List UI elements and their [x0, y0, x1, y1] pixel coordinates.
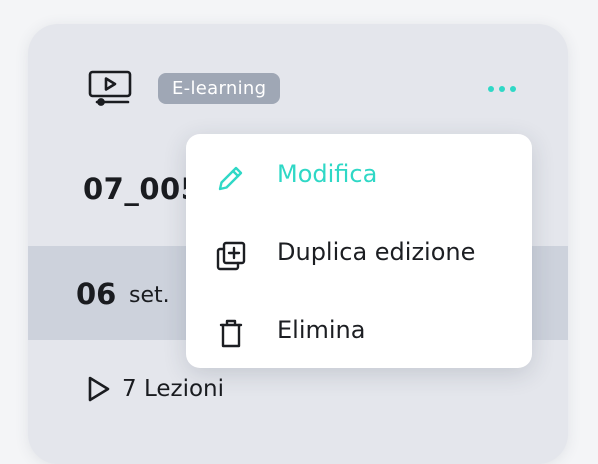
lessons-count: 7 Lezioni [86, 375, 224, 403]
course-code: 07_005 [83, 172, 202, 206]
trash-icon [214, 317, 248, 351]
more-dot [488, 86, 494, 92]
menu-item-duplicate[interactable]: Duplica edizione [186, 218, 532, 288]
more-dot [510, 86, 516, 92]
menu-item-label: Modifica [277, 160, 378, 188]
duplicate-icon [214, 239, 248, 273]
menu-item-label: Duplica edizione [277, 238, 476, 266]
date-month: set. [129, 283, 170, 308]
more-options-button[interactable] [480, 76, 524, 102]
play-icon [88, 376, 110, 402]
menu-item-edit[interactable]: Modifica [186, 140, 532, 210]
category-badge: E-learning [158, 73, 281, 104]
menu-item-label: Elimina [277, 316, 366, 344]
context-menu: Modifica Duplica edizione Elimina [186, 134, 532, 368]
pencil-icon [214, 161, 248, 195]
lessons-label: 7 Lezioni [122, 376, 225, 402]
menu-item-delete[interactable]: Elimina [186, 296, 532, 366]
date-day: 06 [76, 277, 117, 311]
more-dot [499, 86, 505, 92]
video-lesson-icon [88, 70, 132, 108]
